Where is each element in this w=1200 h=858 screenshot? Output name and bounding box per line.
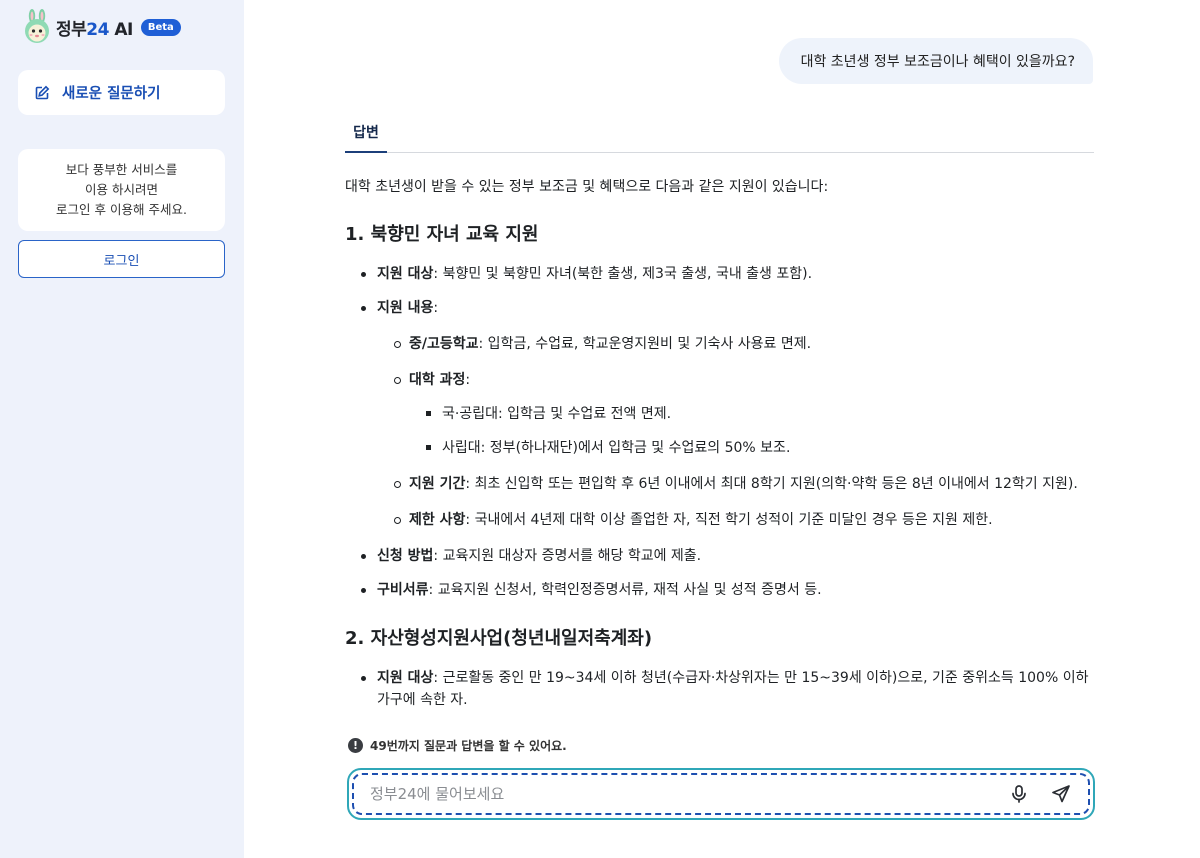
alert-icon: ! (348, 738, 363, 753)
answer-tabbar: 답변 (345, 112, 1094, 153)
question-limit-notice: ! 49번까지 질문과 답변을 할 수 있어요. (348, 737, 567, 754)
sub-sub-list: 국·공립대: 입학금 및 수업료 전액 면제. 사립대: 정부(하나재단)에서 … (409, 403, 1094, 459)
beta-badge: Beta (140, 18, 181, 36)
send-icon (1052, 785, 1070, 803)
sidebar: 정부24 AI Beta 새로운 질문하기 보다 풍부한 서비스를 이용 하시려… (0, 0, 244, 858)
bullet-list: 지원 대상: 근로활동 중인 만 19~34세 이하 청년(수급자·차상위자는 … (345, 667, 1094, 711)
tab-answer[interactable]: 답변 (345, 112, 387, 153)
chat-input-container (347, 768, 1095, 820)
answer-content[interactable]: 대학 초년생이 받을 수 있는 정부 보조금 및 혜택으로 다음과 같은 지원이… (345, 166, 1094, 726)
login-button[interactable]: 로그인 (18, 240, 225, 278)
sub-list-item: 제한 사항: 국내에서 4년제 대학 이상 졸업한 자, 직전 학기 성적이 기… (377, 509, 1094, 531)
login-notice: 보다 풍부한 서비스를 이용 하시려면 로그인 후 이용해 주세요. (18, 149, 225, 231)
login-notice-line: 보다 풍부한 서비스를 (65, 162, 178, 177)
section-heading: 2. 자산형성지원사업(청년내일저축계좌) (345, 628, 653, 649)
user-message-bubble: 대학 초년생 정부 보조금이나 혜택이 있을까요? (778, 38, 1093, 84)
brand-logo[interactable]: 정부24 AI Beta (22, 9, 181, 45)
new-question-label: 새로운 질문하기 (62, 86, 161, 102)
bullet-list: 지원 대상: 북향민 및 북향민 자녀(북한 출생, 제3국 출생, 국내 출생… (345, 263, 1094, 601)
brand-name: 정부24 AI (56, 19, 133, 40)
answer-intro: 대학 초년생이 받을 수 있는 정부 보조금 및 혜택으로 다음과 같은 지원이… (345, 179, 829, 195)
list-item: 지원 대상: 북향민 및 북향민 자녀(북한 출생, 제3국 출생, 국내 출생… (345, 263, 1094, 285)
sub-sub-list-item: 국·공립대: 입학금 및 수업료 전액 면제. (409, 403, 1094, 425)
chat-input-inner (352, 773, 1090, 815)
rabbit-mascot-icon (25, 9, 49, 43)
new-question-button[interactable]: 새로운 질문하기 (18, 70, 225, 115)
sub-sub-list-item: 사립대: 정부(하나재단)에서 입학금 및 수업료의 50% 보조. (409, 437, 1094, 459)
sub-list: 중/고등학교: 입학금, 수업료, 학교운영지원비 및 기숙사 사용료 면제. … (377, 333, 1094, 531)
login-notice-line: 이용 하시려면 (85, 182, 158, 197)
section-heading: 1. 북향민 자녀 교육 지원 (345, 224, 539, 245)
list-item: 지원 내용: 중/고등학교: 입학금, 수업료, 학교운영지원비 및 기숙사 사… (345, 297, 1094, 531)
microphone-icon (1012, 785, 1026, 803)
sub-list-item: 중/고등학교: 입학금, 수업료, 학교운영지원비 및 기숙사 사용료 면제. (377, 333, 1094, 355)
voice-input-button[interactable] (1006, 781, 1032, 807)
limit-notice-text: 49번까지 질문과 답변을 할 수 있어요. (370, 739, 567, 753)
send-button[interactable] (1048, 781, 1074, 807)
chat-input[interactable] (370, 785, 990, 803)
list-item: 신청 방법: 교육지원 대상자 증명서를 해당 학교에 제출. (345, 545, 1094, 567)
sub-list-item: 대학 과정: 국·공립대: 입학금 및 수업료 전액 면제. 사립대: 정부(하… (377, 369, 1094, 459)
login-notice-line: 로그인 후 이용해 주세요. (56, 202, 187, 217)
list-item: 지원 대상: 근로활동 중인 만 19~34세 이하 청년(수급자·차상위자는 … (345, 667, 1094, 711)
list-item: 구비서류: 교육지원 신청서, 학력인정증명서류, 재적 사실 및 성적 증명서… (345, 579, 1094, 601)
sub-list-item: 지원 기간: 최초 신입학 또는 편입학 후 6년 이내에서 최대 8학기 지원… (377, 473, 1094, 495)
chat-main: 대학 초년생 정부 보조금이나 혜택이 있을까요? 답변 대학 초년생이 받을 … (244, 0, 1200, 858)
edit-icon (35, 85, 50, 99)
